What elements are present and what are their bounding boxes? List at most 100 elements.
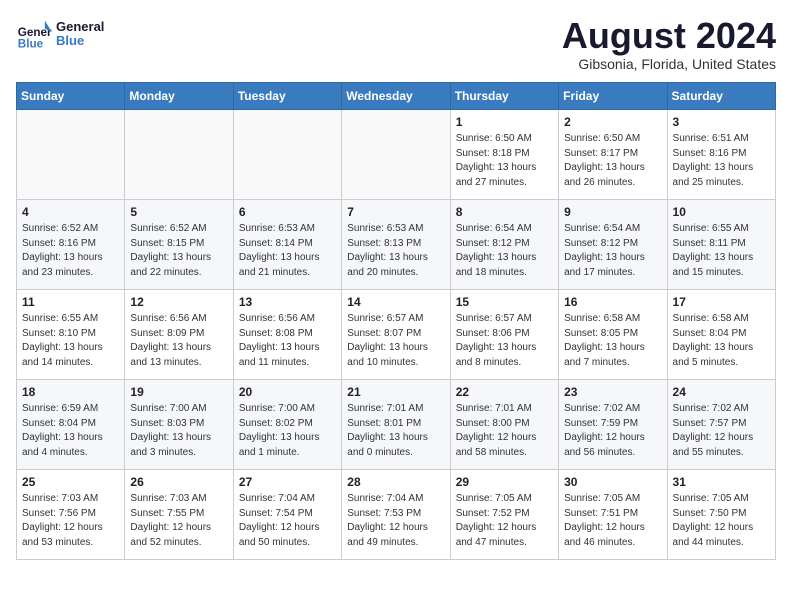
day-number: 1	[456, 114, 553, 131]
day-number: 30	[564, 474, 661, 491]
day-info: Sunrise: 6:55 AM Sunset: 8:11 PM Dayligh…	[673, 222, 770, 280]
day-info: Sunrise: 7:00 AM Sunset: 8:02 PM Dayligh…	[239, 402, 336, 460]
day-number: 29	[456, 474, 553, 491]
calendar-cell: 25Sunrise: 7:03 AM Sunset: 7:56 PM Dayli…	[17, 469, 125, 559]
day-info: Sunrise: 6:58 AM Sunset: 8:05 PM Dayligh…	[564, 312, 661, 370]
calendar-cell: 18Sunrise: 6:59 AM Sunset: 8:04 PM Dayli…	[17, 379, 125, 469]
day-number: 25	[22, 474, 119, 491]
page-header: General Blue General Blue August 2024 Gi…	[16, 16, 776, 72]
calendar-cell: 26Sunrise: 7:03 AM Sunset: 7:55 PM Dayli…	[125, 469, 233, 559]
day-info: Sunrise: 7:05 AM Sunset: 7:52 PM Dayligh…	[456, 492, 553, 550]
calendar-cell: 11Sunrise: 6:55 AM Sunset: 8:10 PM Dayli…	[17, 289, 125, 379]
calendar-cell: 4Sunrise: 6:52 AM Sunset: 8:16 PM Daylig…	[17, 199, 125, 289]
calendar-week-4: 18Sunrise: 6:59 AM Sunset: 8:04 PM Dayli…	[17, 379, 776, 469]
day-number: 21	[347, 384, 444, 401]
day-info: Sunrise: 7:03 AM Sunset: 7:56 PM Dayligh…	[22, 492, 119, 550]
day-number: 3	[673, 114, 770, 131]
day-info: Sunrise: 6:52 AM Sunset: 8:15 PM Dayligh…	[130, 222, 227, 280]
day-info: Sunrise: 7:01 AM Sunset: 8:01 PM Dayligh…	[347, 402, 444, 460]
logo-line2: Blue	[56, 34, 104, 48]
calendar-week-3: 11Sunrise: 6:55 AM Sunset: 8:10 PM Dayli…	[17, 289, 776, 379]
calendar-cell: 5Sunrise: 6:52 AM Sunset: 8:15 PM Daylig…	[125, 199, 233, 289]
weekday-header-wednesday: Wednesday	[342, 82, 450, 109]
day-number: 27	[239, 474, 336, 491]
day-info: Sunrise: 6:55 AM Sunset: 8:10 PM Dayligh…	[22, 312, 119, 370]
day-number: 24	[673, 384, 770, 401]
calendar-cell: 29Sunrise: 7:05 AM Sunset: 7:52 PM Dayli…	[450, 469, 558, 559]
day-number: 12	[130, 294, 227, 311]
day-number: 17	[673, 294, 770, 311]
calendar-cell: 19Sunrise: 7:00 AM Sunset: 8:03 PM Dayli…	[125, 379, 233, 469]
calendar-cell: 20Sunrise: 7:00 AM Sunset: 8:02 PM Dayli…	[233, 379, 341, 469]
calendar-cell	[233, 109, 341, 199]
day-info: Sunrise: 6:52 AM Sunset: 8:16 PM Dayligh…	[22, 222, 119, 280]
calendar-cell: 8Sunrise: 6:54 AM Sunset: 8:12 PM Daylig…	[450, 199, 558, 289]
day-number: 20	[239, 384, 336, 401]
weekday-header-tuesday: Tuesday	[233, 82, 341, 109]
day-info: Sunrise: 6:53 AM Sunset: 8:13 PM Dayligh…	[347, 222, 444, 280]
logo-line1: General	[56, 20, 104, 34]
calendar-cell: 16Sunrise: 6:58 AM Sunset: 8:05 PM Dayli…	[559, 289, 667, 379]
day-info: Sunrise: 6:54 AM Sunset: 8:12 PM Dayligh…	[564, 222, 661, 280]
day-info: Sunrise: 6:59 AM Sunset: 8:04 PM Dayligh…	[22, 402, 119, 460]
weekday-header-sunday: Sunday	[17, 82, 125, 109]
calendar-cell: 24Sunrise: 7:02 AM Sunset: 7:57 PM Dayli…	[667, 379, 775, 469]
day-info: Sunrise: 6:57 AM Sunset: 8:06 PM Dayligh…	[456, 312, 553, 370]
calendar-cell: 22Sunrise: 7:01 AM Sunset: 8:00 PM Dayli…	[450, 379, 558, 469]
day-number: 11	[22, 294, 119, 311]
logo: General Blue General Blue	[16, 16, 104, 52]
day-number: 2	[564, 114, 661, 131]
day-number: 18	[22, 384, 119, 401]
day-info: Sunrise: 7:00 AM Sunset: 8:03 PM Dayligh…	[130, 402, 227, 460]
day-number: 28	[347, 474, 444, 491]
day-info: Sunrise: 6:50 AM Sunset: 8:17 PM Dayligh…	[564, 132, 661, 190]
day-number: 5	[130, 204, 227, 221]
calendar-cell: 17Sunrise: 6:58 AM Sunset: 8:04 PM Dayli…	[667, 289, 775, 379]
calendar-cell: 9Sunrise: 6:54 AM Sunset: 8:12 PM Daylig…	[559, 199, 667, 289]
day-number: 16	[564, 294, 661, 311]
day-info: Sunrise: 7:03 AM Sunset: 7:55 PM Dayligh…	[130, 492, 227, 550]
calendar-cell: 23Sunrise: 7:02 AM Sunset: 7:59 PM Dayli…	[559, 379, 667, 469]
calendar-week-5: 25Sunrise: 7:03 AM Sunset: 7:56 PM Dayli…	[17, 469, 776, 559]
day-number: 22	[456, 384, 553, 401]
day-number: 13	[239, 294, 336, 311]
day-info: Sunrise: 6:50 AM Sunset: 8:18 PM Dayligh…	[456, 132, 553, 190]
calendar-cell: 31Sunrise: 7:05 AM Sunset: 7:50 PM Dayli…	[667, 469, 775, 559]
calendar-week-2: 4Sunrise: 6:52 AM Sunset: 8:16 PM Daylig…	[17, 199, 776, 289]
day-number: 31	[673, 474, 770, 491]
day-number: 19	[130, 384, 227, 401]
location-subtitle: Gibsonia, Florida, United States	[562, 56, 776, 72]
calendar-cell: 10Sunrise: 6:55 AM Sunset: 8:11 PM Dayli…	[667, 199, 775, 289]
calendar-cell: 6Sunrise: 6:53 AM Sunset: 8:14 PM Daylig…	[233, 199, 341, 289]
calendar-cell	[125, 109, 233, 199]
logo-icon: General Blue	[16, 16, 52, 52]
day-info: Sunrise: 7:02 AM Sunset: 7:57 PM Dayligh…	[673, 402, 770, 460]
day-info: Sunrise: 6:58 AM Sunset: 8:04 PM Dayligh…	[673, 312, 770, 370]
day-number: 6	[239, 204, 336, 221]
calendar-cell: 3Sunrise: 6:51 AM Sunset: 8:16 PM Daylig…	[667, 109, 775, 199]
day-number: 10	[673, 204, 770, 221]
day-info: Sunrise: 7:02 AM Sunset: 7:59 PM Dayligh…	[564, 402, 661, 460]
weekday-header-friday: Friday	[559, 82, 667, 109]
calendar-cell	[342, 109, 450, 199]
day-info: Sunrise: 6:56 AM Sunset: 8:08 PM Dayligh…	[239, 312, 336, 370]
calendar-cell: 14Sunrise: 6:57 AM Sunset: 8:07 PM Dayli…	[342, 289, 450, 379]
weekday-header-monday: Monday	[125, 82, 233, 109]
calendar-cell: 15Sunrise: 6:57 AM Sunset: 8:06 PM Dayli…	[450, 289, 558, 379]
calendar-cell: 12Sunrise: 6:56 AM Sunset: 8:09 PM Dayli…	[125, 289, 233, 379]
calendar-cell: 7Sunrise: 6:53 AM Sunset: 8:13 PM Daylig…	[342, 199, 450, 289]
day-info: Sunrise: 7:05 AM Sunset: 7:50 PM Dayligh…	[673, 492, 770, 550]
day-info: Sunrise: 6:51 AM Sunset: 8:16 PM Dayligh…	[673, 132, 770, 190]
day-number: 8	[456, 204, 553, 221]
weekday-header-row: SundayMondayTuesdayWednesdayThursdayFrid…	[17, 82, 776, 109]
day-info: Sunrise: 6:53 AM Sunset: 8:14 PM Dayligh…	[239, 222, 336, 280]
calendar-cell	[17, 109, 125, 199]
calendar-cell: 2Sunrise: 6:50 AM Sunset: 8:17 PM Daylig…	[559, 109, 667, 199]
calendar-body: 1Sunrise: 6:50 AM Sunset: 8:18 PM Daylig…	[17, 109, 776, 559]
day-info: Sunrise: 7:04 AM Sunset: 7:54 PM Dayligh…	[239, 492, 336, 550]
calendar-cell: 21Sunrise: 7:01 AM Sunset: 8:01 PM Dayli…	[342, 379, 450, 469]
day-number: 26	[130, 474, 227, 491]
day-info: Sunrise: 6:54 AM Sunset: 8:12 PM Dayligh…	[456, 222, 553, 280]
calendar-cell: 30Sunrise: 7:05 AM Sunset: 7:51 PM Dayli…	[559, 469, 667, 559]
calendar-header: SundayMondayTuesdayWednesdayThursdayFrid…	[17, 82, 776, 109]
